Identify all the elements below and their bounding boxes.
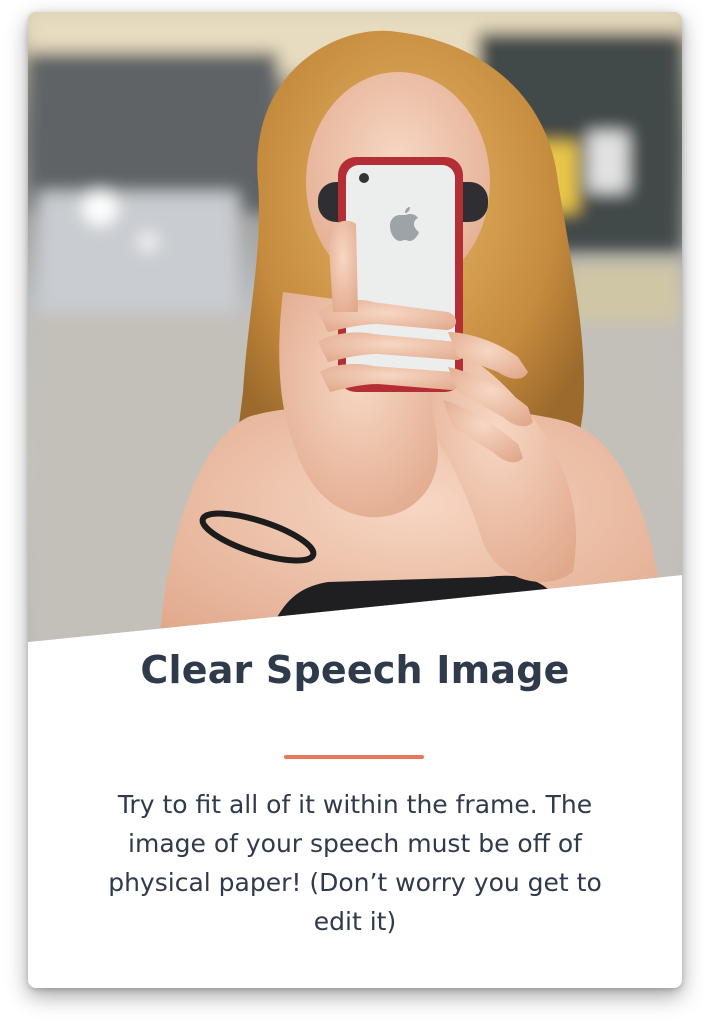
onboarding-card: Clear Speech Image Try to fit all of it … — [28, 12, 682, 988]
card-title: Clear Speech Image — [140, 648, 570, 692]
accent-divider — [284, 755, 424, 759]
card-body-text: Try to fit all of it within the frame. T… — [108, 790, 602, 936]
hero-photo — [28, 12, 682, 642]
